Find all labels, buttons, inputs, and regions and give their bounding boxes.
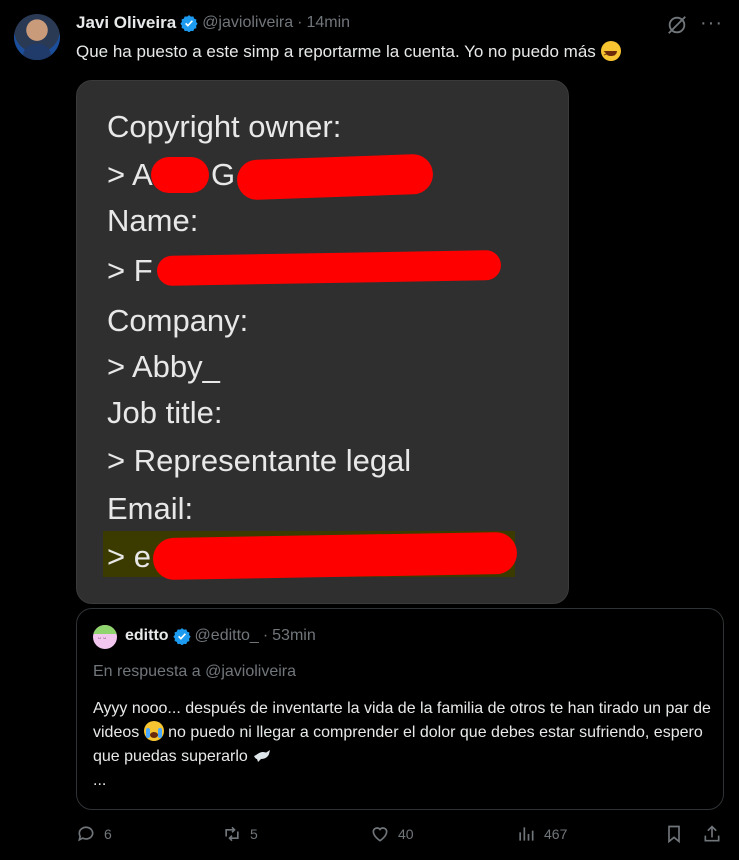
like-button[interactable]: 40 (370, 824, 414, 844)
quoted-tweet[interactable]: editto @editto_ · 53min En respuesta a @… (76, 608, 724, 810)
tweet-actions-bar: 6 5 40 467 (76, 824, 726, 852)
reply-icon (78, 826, 94, 842)
redaction-mark (236, 153, 434, 201)
media-line-copyright: Copyright owner: (107, 109, 342, 144)
media-line-owner-initial: G (211, 157, 236, 192)
more-options-icon[interactable]: ··· (700, 13, 724, 36)
quoted-tweet-text: Ayyy nooo... después de inventarte la vi… (93, 697, 713, 793)
media-line-job: > Representante legal (107, 443, 412, 478)
retweet-icon (225, 826, 239, 842)
quoted-text-part2: no puedo ni llegar a comprender el dolor… (93, 724, 703, 765)
quoted-author-name[interactable]: editto (125, 627, 169, 645)
media-line-company-label: Company: (107, 303, 249, 338)
redaction-mark (152, 531, 518, 581)
laughing-emoji-icon (600, 41, 621, 66)
dove-emoji-icon (254, 750, 271, 762)
author-avatar[interactable] (14, 14, 60, 60)
reply-count: 6 (104, 826, 112, 842)
views-icon (519, 827, 534, 841)
crying-emoji-icon (143, 721, 164, 741)
redaction-mark (151, 157, 209, 193)
author-handle[interactable]: @javioliveira (202, 14, 293, 32)
quoted-timestamp[interactable]: 53min (272, 627, 316, 645)
quoted-author-avatar[interactable] (93, 625, 117, 649)
separator-dot: · (262, 627, 269, 644)
retweet-button[interactable]: 5 (222, 824, 258, 844)
media-line-email: > e (107, 539, 151, 574)
bookmark-icon (668, 825, 680, 844)
tweet-header: Javi Oliveira @javioliveira · 14min (76, 12, 350, 34)
redaction-mark (156, 250, 502, 286)
media-line-job-label: Job title: (107, 395, 223, 430)
media-line-company: > Abby_ (107, 349, 220, 384)
share-icon (704, 825, 720, 842)
media-line-email-label: Email: (107, 491, 194, 526)
quoted-author-handle[interactable]: @editto_ (195, 627, 259, 645)
share-button[interactable] (702, 824, 722, 844)
media-line-name: > F (107, 253, 153, 288)
separator-dot: · (297, 14, 303, 31)
reply-button[interactable]: 6 (76, 824, 112, 844)
views-button[interactable]: 467 (516, 824, 567, 844)
tweet-text: Que ha puesto a este simp a reportarme l… (76, 40, 621, 66)
author-name[interactable]: Javi Oliveira (76, 13, 176, 33)
reply-context: En respuesta a @javioliveira (93, 663, 297, 680)
grok-icon[interactable] (666, 14, 688, 36)
media-line-name-label: Name: (107, 203, 199, 238)
bookmark-button[interactable] (664, 824, 684, 844)
like-count: 40 (398, 826, 414, 842)
quoted-text-more: ... (93, 772, 107, 789)
heart-icon (372, 827, 388, 842)
tweet-media-image[interactable]: Copyright owner: > A G Name: > F Company… (76, 80, 569, 604)
tweet-text-content: Que ha puesto a este simp a reportarme l… (76, 42, 596, 61)
timestamp[interactable]: 14min (306, 14, 350, 32)
retweet-count: 5 (250, 826, 258, 842)
quoted-tweet-header: editto @editto_ · 53min (125, 627, 316, 645)
media-line-owner: > A (107, 157, 153, 192)
views-count: 467 (544, 826, 568, 842)
verified-badge-icon (180, 15, 198, 32)
verified-badge-icon (172, 628, 191, 645)
